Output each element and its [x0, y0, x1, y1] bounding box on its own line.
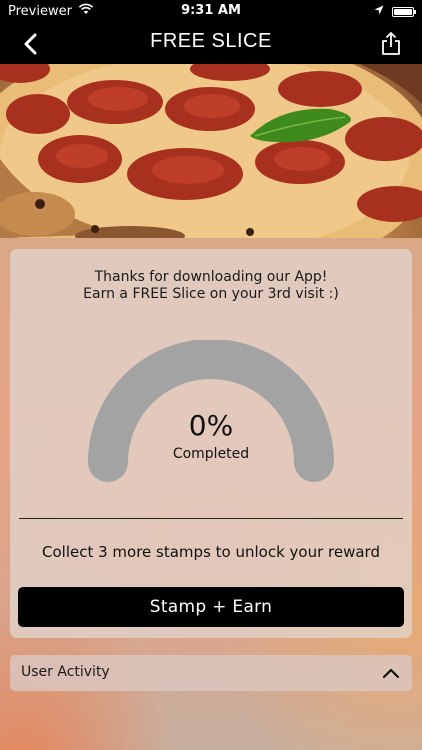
- pizza-banner-image: [0, 64, 422, 238]
- chevron-up-icon[interactable]: [382, 665, 400, 681]
- user-activity-section[interactable]: User Activity: [10, 655, 412, 691]
- intro-text: Thanks for downloading our App! Earn a F…: [10, 269, 412, 303]
- progress-percent: 0%: [188, 409, 234, 442]
- stamps-remaining-text: Collect 3 more stamps to unlock your rew…: [42, 543, 380, 561]
- status-time: 9:31 AM: [181, 3, 241, 18]
- battery-icon: [392, 6, 416, 17]
- location-arrow-icon: [374, 4, 384, 19]
- page-title: FREE SLICE: [150, 30, 272, 52]
- user-activity-label: User Activity: [21, 664, 110, 680]
- status-bar: Previewer 9:31 AM: [0, 0, 422, 22]
- navigation-bar: FREE SLICE: [0, 22, 422, 64]
- status-right: [374, 4, 416, 19]
- stamp-earn-button[interactable]: Stamp + Earn: [18, 587, 404, 627]
- reward-card: Thanks for downloading our App! Earn a F…: [10, 249, 412, 638]
- intro-line-1: Thanks for downloading our App!: [94, 269, 328, 285]
- divider: [19, 518, 403, 519]
- share-button[interactable]: [378, 30, 404, 58]
- intro-line-2: Earn a FREE Slice on your 3rd visit :): [83, 286, 339, 302]
- share-icon: [382, 32, 400, 55]
- progress-caption: Completed: [172, 446, 250, 462]
